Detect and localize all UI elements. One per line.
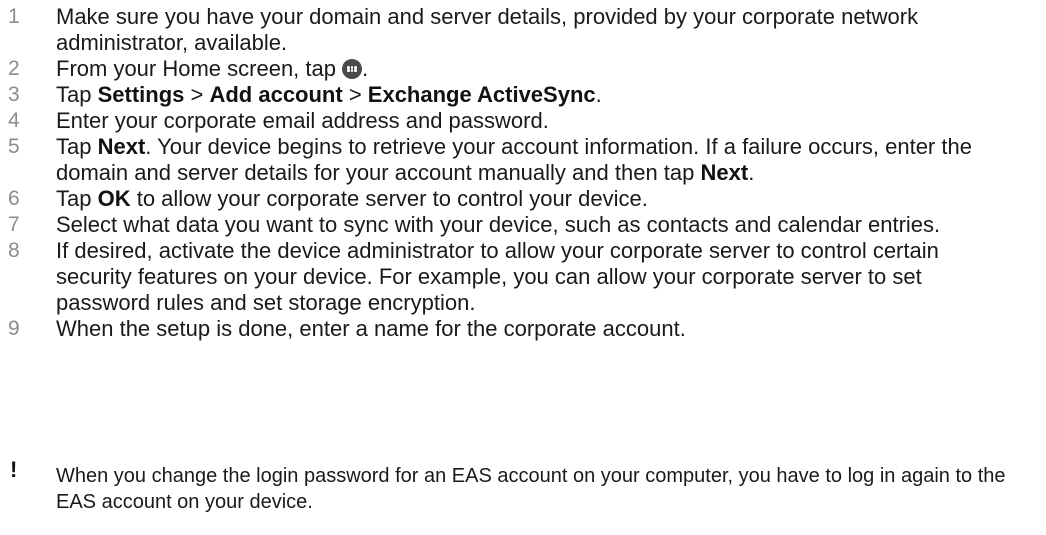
note-text: When you change the login password for a…: [56, 465, 1006, 513]
step-text-run: If desired, activate the device administ…: [56, 238, 939, 315]
ui-term: OK: [97, 186, 131, 211]
step-text: Enter your corporate email address and p…: [56, 108, 549, 133]
step-number: 2: [8, 57, 20, 80]
step-item: 5 Tap Next. Your device begins to retriev…: [0, 134, 1000, 186]
step-number: 8: [8, 239, 20, 262]
step-text-run: Tap: [56, 186, 98, 211]
ui-term: Add account: [209, 82, 343, 107]
step-text: Tap OK to allow your corporate server to…: [56, 186, 648, 211]
step-text: Make sure you have your domain and serve…: [56, 4, 918, 55]
step-text-run: Select what data you want to sync with y…: [56, 212, 941, 237]
step-item: 4 Enter your corporate email address and …: [0, 108, 1000, 134]
step-text-run: From your Home screen, tap: [56, 56, 343, 81]
exclamation-icon: !: [10, 457, 18, 482]
step-number: 6: [8, 187, 20, 210]
step-text: From your Home screen, tap .: [56, 56, 368, 81]
step-text-run: Tap: [56, 82, 98, 107]
step-item: 1 Make sure you have your domain and serv…: [0, 4, 1000, 56]
step-text: Tap Settings > Add account > Exchange Ac…: [56, 82, 602, 107]
step-number: 5: [8, 135, 20, 158]
step-text-run: When the setup is done, enter a name for…: [56, 316, 686, 341]
step-number: 4: [8, 109, 20, 132]
step-text: Select what data you want to sync with y…: [56, 212, 940, 237]
document-page: 1 Make sure you have your domain and serv…: [0, 0, 1046, 535]
step-number: 9: [8, 317, 20, 340]
step-number: 1: [8, 5, 20, 28]
apps-icon: [342, 59, 363, 79]
step-item: 6 Tap OK to allow your corporate server t…: [0, 186, 1000, 212]
step-text-run: .: [595, 82, 602, 107]
step-text-run: .: [362, 56, 369, 81]
step-text: When the setup is done, enter a name for…: [56, 316, 686, 341]
step-item: 3 Tap Settings > Add account > Exchange A…: [0, 82, 1000, 108]
ui-term: Next: [700, 160, 749, 185]
step-text-run: .: [748, 160, 755, 185]
step-text-run: Tap: [56, 134, 98, 159]
step-text-run: >: [342, 82, 368, 107]
setup-steps-list: 1 Make sure you have your domain and serv…: [0, 4, 1000, 342]
step-text: Tap Next. Your device begins to retrieve…: [56, 134, 972, 185]
step-text-run: Make sure you have your domain and serve…: [56, 4, 919, 55]
ui-term: Next: [97, 134, 146, 159]
step-text-run: . Your device begins to retrieve your ac…: [56, 134, 972, 185]
step-item: 7 Select what data you want to sync with …: [0, 212, 1000, 238]
step-item: 8 If desired, activate the device adminis…: [0, 238, 1000, 316]
step-number: 3: [8, 83, 20, 106]
step-item: 2 From your Home screen, tap .: [0, 56, 1000, 82]
step-text-run: >: [184, 82, 210, 107]
step-item: 9 When the setup is done, enter a name fo…: [0, 316, 1000, 342]
step-text: If desired, activate the device administ…: [56, 238, 939, 315]
step-text-run: Enter your corporate email address and p…: [56, 108, 549, 133]
step-text-run: to allow your corporate server to contro…: [130, 186, 648, 211]
ui-term: Exchange ActiveSync: [367, 82, 596, 107]
step-number: 7: [8, 213, 20, 236]
ui-term: Settings: [97, 82, 185, 107]
